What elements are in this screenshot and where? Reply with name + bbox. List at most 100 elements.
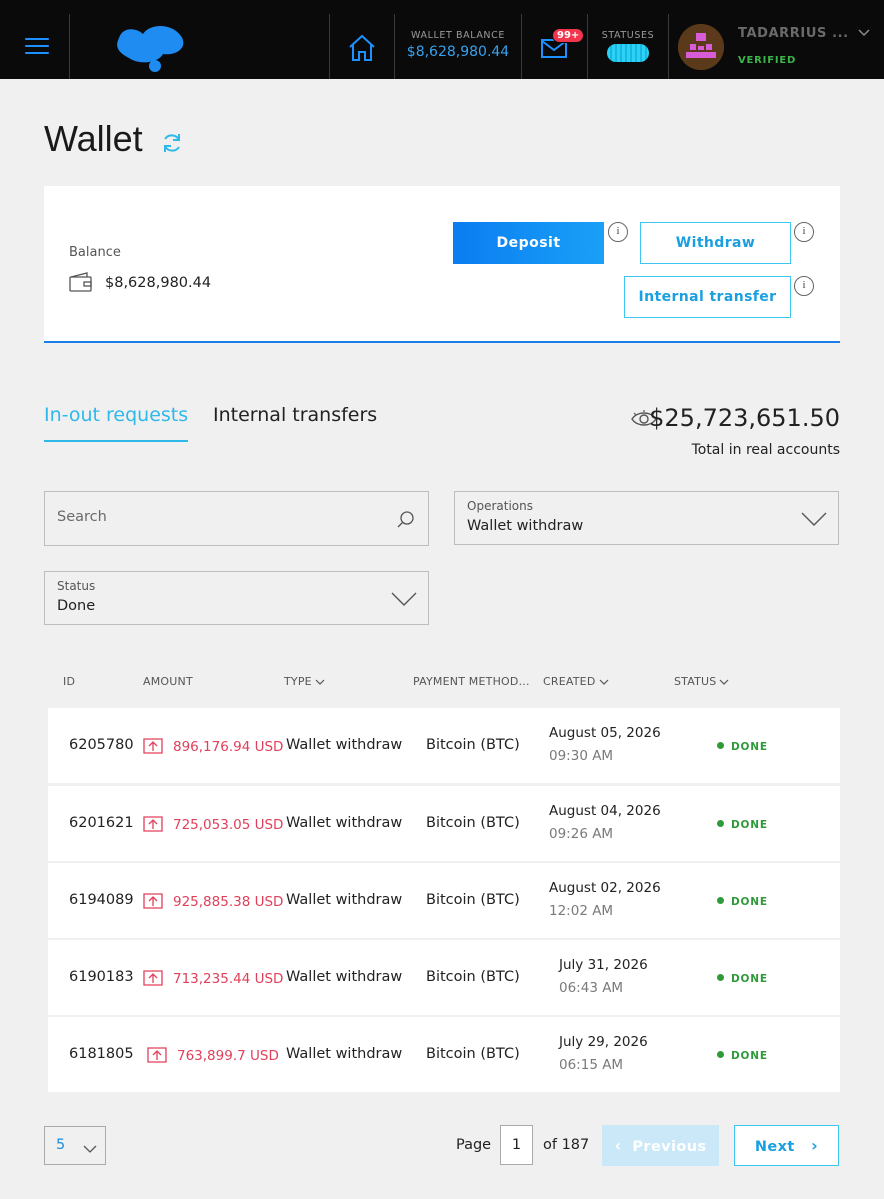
internal-transfer-button[interactable]: Internal transfer <box>624 276 791 318</box>
deposit-button[interactable]: Deposit <box>453 222 604 264</box>
row-payment-method: Bitcoin (BTC) <box>426 737 520 753</box>
search-icon[interactable] <box>396 510 416 530</box>
divider <box>329 14 330 79</box>
status-value: Done <box>57 598 96 614</box>
search-input[interactable] <box>57 509 377 525</box>
chevron-down-icon[interactable] <box>801 511 827 527</box>
row-id: 6194089 <box>69 892 134 908</box>
row-type: Wallet withdraw <box>286 892 403 908</box>
statuses: STATUSES <box>590 30 666 62</box>
column-header-type[interactable]: TYPE <box>284 675 325 688</box>
withdraw-icon <box>147 1047 167 1063</box>
table-row[interactable]: 6201621 725,053.05 USD Wallet withdraw B… <box>48 786 840 861</box>
row-date: August 02, 2026 <box>549 880 661 896</box>
status-select[interactable]: Status Done <box>44 571 429 625</box>
row-type: Wallet withdraw <box>286 737 403 753</box>
previous-button[interactable]: ‹ Previous <box>602 1125 719 1166</box>
operations-select[interactable]: Operations Wallet withdraw <box>454 491 839 545</box>
column-header-amount: AMOUNT <box>143 675 193 688</box>
next-label: Next <box>754 1139 795 1155</box>
withdraw-icon <box>143 893 163 909</box>
row-payment-method: Bitcoin (BTC) <box>426 892 520 908</box>
divider <box>521 14 522 79</box>
row-date: August 05, 2026 <box>549 725 661 741</box>
operations-value: Wallet withdraw <box>467 518 584 534</box>
row-amount: 713,235.44 USD <box>173 971 284 987</box>
total-label: Total in real accounts <box>691 442 840 458</box>
row-time: 09:30 AM <box>549 748 614 764</box>
row-id: 6190183 <box>69 969 134 985</box>
divider <box>394 14 395 79</box>
chevron-down-icon <box>315 679 325 685</box>
refresh-icon[interactable] <box>160 131 184 155</box>
row-amount: 925,885.38 USD <box>173 894 284 910</box>
total-value: $25,723,651.50 <box>649 404 840 432</box>
table-row[interactable]: 6181805 763,899.7 USD Wallet withdraw Bi… <box>48 1017 840 1092</box>
page-number-input[interactable] <box>500 1125 533 1165</box>
column-header-created[interactable]: CREATED <box>543 675 609 688</box>
home-icon[interactable] <box>347 33 377 63</box>
withdraw-button[interactable]: Withdraw <box>640 222 791 264</box>
column-header-label: CREATED <box>543 675 596 688</box>
status-indicator[interactable] <box>607 44 649 62</box>
balance-card: Balance $8,628,980.44 Deposit i Withdraw… <box>44 186 840 343</box>
table-row[interactable]: 6190183 713,235.44 USD Wallet withdraw B… <box>48 940 840 1015</box>
row-id: 6205780 <box>69 737 134 753</box>
search-field[interactable] <box>44 491 429 546</box>
brand-logo[interactable] <box>115 20 187 72</box>
page-title: Wallet <box>44 118 143 159</box>
per-page-value: 5 <box>56 1137 66 1153</box>
chevron-down-icon <box>83 1145 97 1153</box>
row-date: August 04, 2026 <box>549 803 661 819</box>
tab-in-out-requests[interactable]: In-out requests <box>44 404 189 442</box>
status-badge: DONE <box>717 896 768 908</box>
row-type: Wallet withdraw <box>286 815 403 831</box>
status-badge: DONE <box>717 973 768 985</box>
column-header-label: STATUS <box>674 675 717 688</box>
verified-badge: VERIFIED <box>738 55 797 66</box>
per-page-select[interactable]: 5 <box>44 1126 106 1165</box>
info-icon[interactable]: i <box>794 276 814 296</box>
wallet-balance: WALLET BALANCE $8,628,980.44 <box>396 30 520 60</box>
chevron-left-icon: ‹ <box>614 1136 622 1155</box>
column-header-payment-method: PAYMENT METHOD... <box>413 675 530 688</box>
row-id: 6201621 <box>69 815 134 831</box>
row-date: July 31, 2026 <box>559 957 648 973</box>
page-label: Page <box>456 1137 492 1153</box>
user-name[interactable]: TADARRIUS ... <box>738 26 849 41</box>
column-header-status[interactable]: STATUS <box>674 675 729 688</box>
chevron-down-icon <box>599 679 608 685</box>
status-label: Status <box>57 579 96 593</box>
row-type: Wallet withdraw <box>286 1046 403 1062</box>
row-id: 6181805 <box>69 1046 134 1062</box>
balance-value: $8,628,980.44 <box>105 275 212 291</box>
row-payment-method: Bitcoin (BTC) <box>426 1046 520 1062</box>
row-payment-method: Bitcoin (BTC) <box>426 815 520 831</box>
menu-icon[interactable] <box>25 38 49 56</box>
wallet-icon <box>69 272 92 292</box>
avatar[interactable] <box>678 24 724 70</box>
table-row[interactable]: 6205780 896,176.94 USD Wallet withdraw B… <box>48 708 840 783</box>
divider <box>69 14 70 79</box>
balance-label: Balance <box>69 245 121 260</box>
statuses-label: STATUSES <box>601 30 655 41</box>
row-time: 09:26 AM <box>549 826 614 842</box>
tab-internal-transfers[interactable]: Internal transfers <box>213 404 377 426</box>
operations-label: Operations <box>467 499 533 513</box>
next-button[interactable]: Next › <box>734 1125 839 1166</box>
info-icon[interactable]: i <box>794 222 814 242</box>
table-row[interactable]: 6194089 925,885.38 USD Wallet withdraw B… <box>48 863 840 938</box>
row-time: 06:15 AM <box>559 1057 624 1073</box>
row-type: Wallet withdraw <box>286 969 403 985</box>
chevron-down-icon[interactable] <box>858 27 870 39</box>
status-badge: DONE <box>717 819 768 831</box>
wallet-balance-value: $8,628,980.44 <box>406 44 510 60</box>
chevron-right-icon: › <box>811 1136 819 1155</box>
status-badge: DONE <box>717 1050 768 1062</box>
wallet-balance-label: WALLET BALANCE <box>411 30 505 41</box>
chevron-down-icon[interactable] <box>391 591 417 607</box>
divider <box>587 14 588 79</box>
withdraw-icon <box>143 970 163 986</box>
row-amount: 725,053.05 USD <box>173 817 284 833</box>
info-icon[interactable]: i <box>608 222 628 242</box>
